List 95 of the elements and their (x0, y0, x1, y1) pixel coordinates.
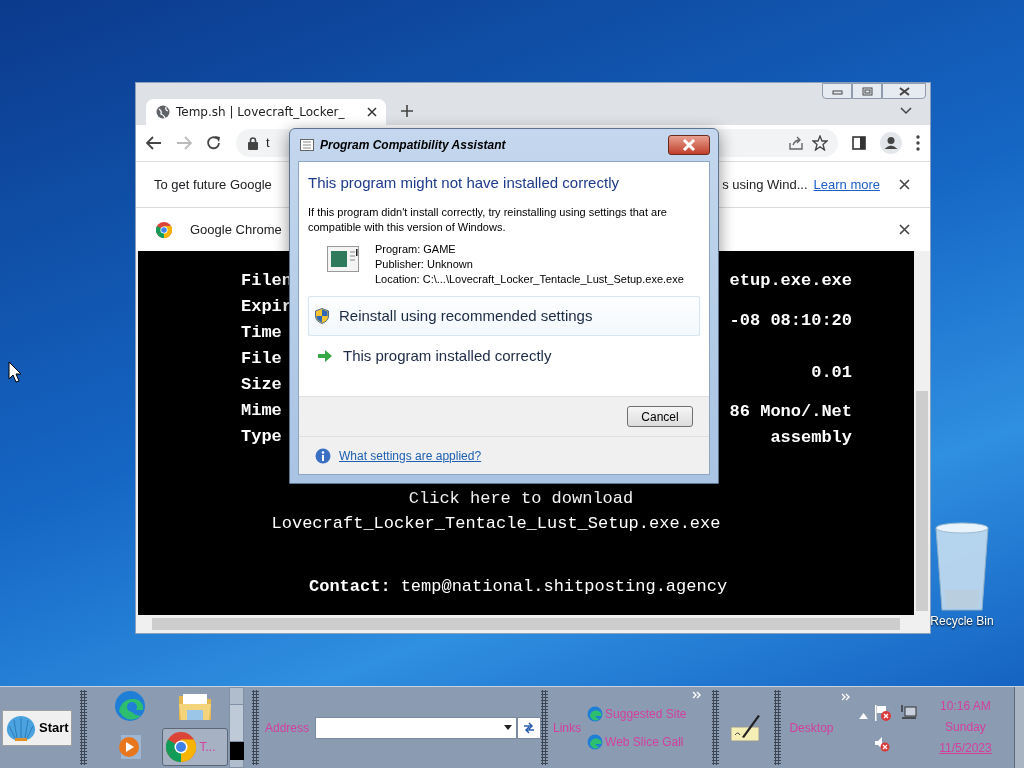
plus-icon (401, 105, 413, 117)
chrome-icon (156, 221, 172, 238)
info-bar-text: Google Chrome (190, 220, 282, 239)
maximize-button[interactable] (852, 83, 882, 99)
field-value: etup.exe.exe (729, 270, 852, 292)
dialog-app-icon (300, 139, 314, 151)
field-label: Type (241, 426, 283, 448)
reload-icon (206, 135, 222, 151)
contact-label: Contact: (309, 576, 391, 598)
learn-more-link[interactable]: Learn more (813, 174, 880, 195)
start-button[interactable]: Start (2, 709, 72, 746)
chevron-button[interactable] (692, 691, 703, 699)
lock-icon (248, 136, 258, 150)
dialog-heading: This program might not have installed correctly (308, 174, 620, 192)
toolbar-grip[interactable] (252, 690, 259, 765)
go-button[interactable] (517, 716, 542, 739)
program-detail: Location: C:\...\Lovecraft_Locker_Tentacle_Lust_Setup.exe.exe (375, 272, 684, 287)
side-panel-icon (852, 136, 866, 150)
program-detail: Publisher: Unknown (375, 257, 474, 272)
volume-muted-icon[interactable] (874, 735, 891, 752)
chevron-button[interactable] (841, 693, 852, 701)
field-label: File (241, 348, 283, 370)
program-detail: Program: GAME (375, 242, 457, 257)
close-icon (898, 179, 910, 190)
info-bar-text: s using Wind... (722, 175, 808, 194)
profile-icon (880, 132, 902, 154)
cursor-icon (8, 361, 22, 383)
share-icon (788, 135, 804, 151)
field-value: 86 Mono/.Net (729, 401, 852, 423)
close-button[interactable] (898, 178, 910, 191)
tab-close-button[interactable] (366, 106, 378, 118)
network-icon[interactable] (901, 703, 918, 720)
field-value: 0.01 (811, 362, 852, 384)
command-link[interactable]: This program installed correctly (308, 336, 700, 376)
close-icon (898, 224, 910, 235)
shell-icon (5, 713, 37, 742)
dialog-title: Program Compatibility Assistant (320, 137, 507, 154)
info-bar-text: To get future Google (154, 175, 272, 194)
download-link[interactable]: Click here to download (408, 486, 634, 511)
field-label: Size (241, 374, 283, 396)
edge-icon (587, 733, 604, 750)
close-icon (367, 107, 377, 117)
desktop-label: Desktop (789, 720, 834, 737)
new-tab-button[interactable] (400, 104, 414, 118)
pen-tablet-icon[interactable] (730, 712, 763, 743)
star-icon (812, 135, 828, 151)
desktop-icon-label[interactable]: Recycle Bin (930, 615, 994, 627)
close-icon (898, 86, 910, 96)
help-link[interactable]: What settings are applied? (339, 446, 482, 465)
command-link[interactable]: Reinstall using recommended settings (308, 296, 700, 336)
field-value: -08 08:10:20 (729, 310, 852, 332)
back-icon (146, 136, 162, 150)
restore-icon (861, 86, 873, 96)
close-button[interactable] (882, 83, 926, 99)
info-icon (315, 447, 331, 464)
double-chevron-icon (841, 693, 852, 701)
field-label: Time (241, 322, 283, 344)
field-label: Mime (241, 400, 283, 422)
go-arrows-icon (523, 721, 536, 734)
field-label: Expir (241, 296, 292, 318)
media-player-icon[interactable] (116, 732, 143, 761)
contact-email: temp@national.shitposting.agency (400, 576, 728, 598)
menu-icon (916, 135, 920, 151)
address-field[interactable] (315, 716, 518, 739)
links-label: Links (553, 719, 582, 737)
scrollbar[interactable] (1014, 687, 1024, 768)
up-arrow-icon (859, 712, 869, 719)
address-text[interactable]: t (266, 133, 270, 153)
close-button[interactable] (668, 135, 710, 155)
toolbar-grip[interactable] (774, 690, 782, 765)
toolbar-grip[interactable] (712, 690, 720, 765)
program-icon (327, 246, 359, 272)
address-label: Address (265, 719, 310, 737)
dropdown-arrow-icon (504, 725, 513, 730)
globe-icon (156, 105, 170, 119)
chrome-icon (165, 731, 196, 762)
download-link[interactable]: Lovecraft_Locker_Tentacle_Lust_Setup.exe.exe (271, 511, 721, 536)
flag-error-icon[interactable] (874, 703, 893, 722)
arrow-icon (317, 349, 333, 363)
tray-expand-button[interactable] (859, 712, 869, 719)
double-chevron-icon (692, 691, 703, 699)
close-icon (682, 139, 696, 151)
forward-icon (176, 136, 192, 150)
chevron-down-icon (900, 107, 912, 115)
browser-tab[interactable]: Temp.sh | Lovecraft_Locker_ (146, 99, 386, 125)
scrollbar[interactable] (229, 687, 244, 768)
dialog-message: If this program didn't install correctly, try reinstalling using settings that are compatible with this version of Windows. (308, 205, 668, 235)
toolbar-grip[interactable] (541, 690, 549, 765)
shield-icon (315, 308, 329, 324)
cancel-button[interactable]: Cancel (627, 406, 693, 427)
field-value: assembly (770, 427, 852, 449)
minimize-button[interactable] (822, 83, 852, 99)
edge-icon (587, 705, 604, 722)
close-button[interactable] (898, 223, 910, 236)
toolbar-grip[interactable] (80, 690, 87, 765)
